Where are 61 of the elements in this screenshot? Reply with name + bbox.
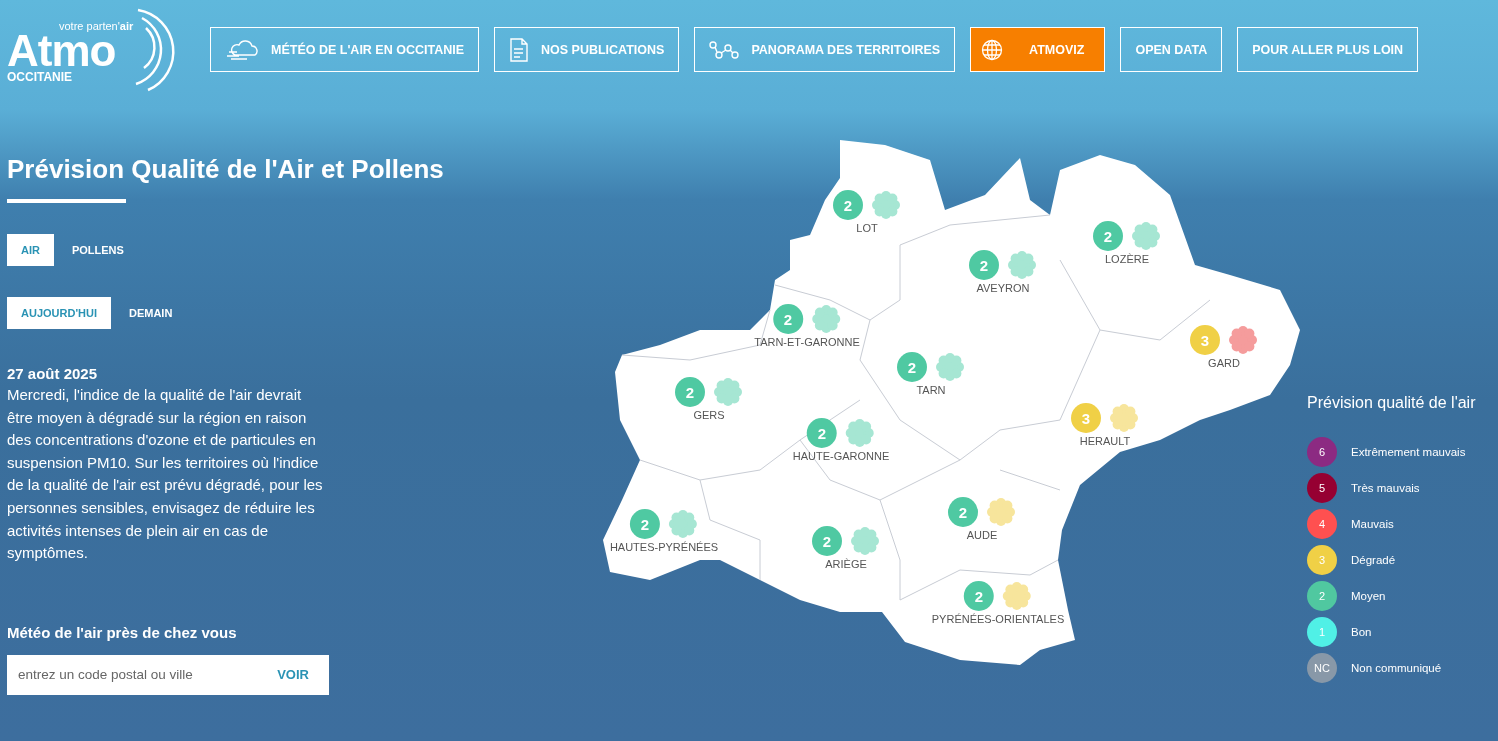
department-name: GERS: [693, 409, 725, 421]
search-button[interactable]: VOIR: [267, 654, 329, 695]
department-name: AUDE: [966, 529, 998, 541]
flower-icon[interactable]: [1228, 325, 1258, 355]
flower-icon[interactable]: [1002, 581, 1032, 611]
flower-icon[interactable]: [1109, 403, 1139, 433]
flower-icon[interactable]: [811, 304, 841, 334]
legend-label: Bon: [1351, 626, 1372, 638]
department-name: GARD: [1208, 357, 1240, 369]
flower-icon[interactable]: [668, 509, 698, 539]
legend-dot: 1: [1307, 617, 1337, 647]
bulletin-date: 27 août 2025: [7, 364, 99, 384]
legend-dot: NC: [1307, 653, 1337, 683]
legend-label: Dégradé: [1351, 554, 1396, 566]
department-name: AVEYRON: [976, 282, 1030, 294]
flower-icon[interactable]: [845, 418, 875, 448]
department-name: HERAULT: [1079, 435, 1131, 447]
legend-label: Mauvais: [1351, 518, 1394, 530]
globe-icon: [981, 38, 1004, 61]
legend-dot: 3: [1307, 545, 1337, 575]
flower-icon[interactable]: [871, 190, 901, 220]
flower-icon[interactable]: [713, 377, 743, 407]
flower-icon[interactable]: [1007, 250, 1037, 280]
legend-dot: 5: [1307, 473, 1337, 503]
department-name: HAUTES-PYRÉNÉES: [609, 541, 719, 553]
tab[interactable]: AIR: [7, 234, 54, 266]
cloud-icon: [225, 38, 259, 61]
flower-icon[interactable]: [850, 526, 880, 556]
flower-icon[interactable]: [986, 497, 1016, 527]
document-icon: [509, 37, 530, 62]
nodes-icon: [709, 39, 740, 60]
legend-label: Très mauvais: [1351, 482, 1420, 494]
legend-label: Extrêmement mauvais: [1351, 446, 1466, 458]
page-title: Prévision Qualité de l'Air et Pollens: [7, 153, 445, 186]
tab[interactable]: DEMAIN: [114, 297, 187, 329]
nav-button[interactable]: MÉTÉO DE L'AIR EN OCCITANIE: [210, 27, 480, 72]
legend-dot: 4: [1307, 509, 1337, 539]
legend-dot: 6: [1307, 437, 1337, 467]
search-title: Météo de l'air près de chez vous: [7, 623, 238, 641]
flower-icon[interactable]: [1131, 221, 1161, 251]
nav-button[interactable]: ATMOVIZ: [970, 27, 1106, 72]
nav-button[interactable]: OPEN DATA: [1120, 27, 1223, 72]
department-name: ARIÈGE: [825, 558, 867, 570]
tab[interactable]: AUJOURD'HUI: [7, 297, 111, 329]
tab[interactable]: POLLENS: [57, 234, 138, 266]
nav-button[interactable]: NOS PUBLICATIONS: [494, 27, 680, 72]
flower-icon[interactable]: [935, 352, 965, 382]
legend-title: Prévision qualité de l'air: [1307, 394, 1476, 412]
legend-label: Non communiqué: [1351, 662, 1442, 674]
department-name: LOZÈRE: [1105, 253, 1149, 265]
search-field[interactable]: entrez un code postal ou ville: [7, 654, 268, 695]
legend-label: Moyen: [1351, 590, 1386, 602]
department-name: LOT: [856, 222, 878, 234]
department-name: TARN-ET-GARONNE: [754, 336, 860, 348]
nav-button[interactable]: PANORAMA DES TERRITOIRES: [694, 27, 956, 72]
nav-button[interactable]: POUR ALLER PLUS LOIN: [1237, 27, 1419, 72]
legend-dot: 2: [1307, 581, 1337, 611]
bulletin-text: Mercredi, l'indice de la qualité de l'air devrait être moyen à dégradé sur la région en raison des concentrations d'ozone et de particules en suspension PM10. Sur les territoires où l'indice de la qualité de l'air est prévu dégradé, pour les personnes sensibles, envisagez de réduire les activités intenses de plein air en cas de symptômes.: [7, 385, 324, 564]
department-name: TARN: [916, 384, 946, 396]
department-name: PYRÉNÉES-ORIENTALES: [931, 613, 1065, 625]
department-name: HAUTE-GARONNE: [792, 450, 890, 462]
